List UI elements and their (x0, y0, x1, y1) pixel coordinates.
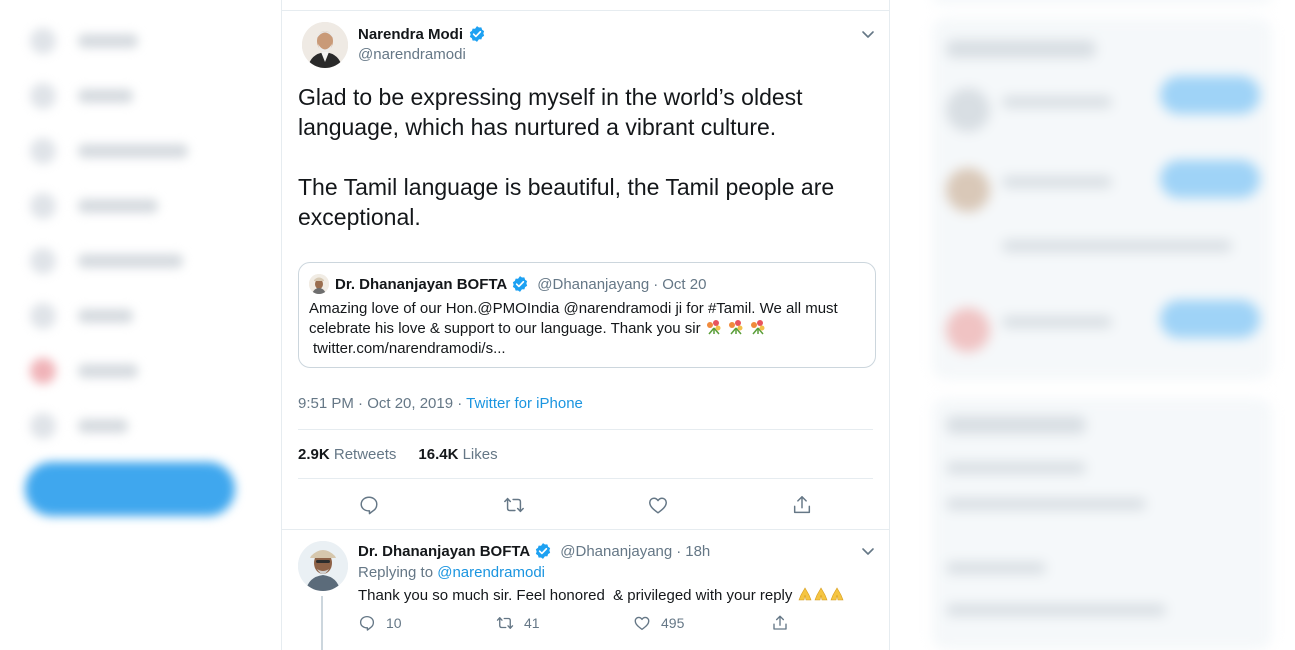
reply-count: 10 (386, 615, 402, 631)
verified-badge-icon (536, 543, 551, 559)
quoted-author-handle: @Dhananjayang (537, 275, 650, 293)
quoted-tweet-line: celebrate his love & support to our lang… (309, 320, 701, 337)
avatar[interactable] (302, 22, 348, 68)
bouquet-emoji-icon (751, 320, 765, 335)
likes-stat[interactable]: 16.4K Likes (418, 446, 497, 463)
reply-reply-action[interactable]: 10 (358, 614, 402, 632)
reply-actions: 10 41 495 (358, 614, 798, 634)
retweet-icon (496, 617, 514, 629)
replying-to: Replying to @narendramodi (358, 564, 545, 581)
chevron-down-icon[interactable] (860, 26, 876, 42)
share-icon (773, 615, 787, 630)
main-column: Narendra Modi @narendramodi Glad to be e… (281, 0, 890, 650)
avatar[interactable] (298, 541, 348, 591)
like-count: 495 (661, 615, 685, 631)
nav-item-blurred[interactable] (30, 138, 188, 164)
chevron-down-icon[interactable] (860, 543, 876, 559)
replying-to-link[interactable]: @narendramodi (437, 564, 545, 581)
likes-count: 16.4K (418, 446, 459, 463)
likes-label: Likes (462, 446, 498, 463)
reply-share-action[interactable] (771, 614, 789, 632)
reply-icon (359, 615, 375, 631)
tweet-text: Glad to be expressing myself in the worl… (298, 84, 835, 230)
retweets-count: 2.9K (298, 446, 330, 463)
right-sidebar-blurred (922, 0, 1295, 650)
tweet-stats: 2.9K Retweets 16.4K Likes (298, 446, 498, 463)
nav-item-blurred[interactable] (30, 28, 138, 54)
share-icon[interactable] (791, 494, 813, 516)
tweet-actions (282, 494, 889, 518)
trends-card-blurred (932, 398, 1272, 650)
bouquet-emoji-icon (728, 320, 743, 335)
replying-to-label: Replying to (358, 564, 438, 581)
retweets-label: Retweets (333, 446, 397, 463)
divider (282, 529, 889, 530)
quoted-tweet[interactable]: Dr. Dhananjayan BOFTA @Dhananjayang · Oc… (298, 262, 876, 368)
separator-dot: · (676, 542, 682, 560)
nav-item-blurred[interactable] (30, 193, 158, 219)
verified-badge-icon (469, 26, 485, 42)
retweet-count: 41 (524, 615, 540, 631)
nav-item-blurred[interactable] (30, 413, 128, 439)
like-icon[interactable] (647, 494, 669, 516)
separator-dot: · (653, 275, 659, 293)
reply-icon[interactable] (358, 494, 380, 516)
reply-text-row: Thank you so much sir. Feel honored & pr… (358, 586, 845, 604)
nav-item-blurred[interactable] (30, 248, 183, 274)
twitter-page: Narendra Modi @narendramodi Glad to be e… (0, 0, 1295, 650)
reply-header: Dr. Dhananjayan BOFTA @Dhananjayang · 18… (358, 542, 710, 560)
author-name-row[interactable]: Narendra Modi (358, 25, 486, 43)
thread-line (321, 596, 323, 650)
quoted-tweet-link[interactable]: twitter.com/narendramodi/s... (309, 339, 865, 359)
bouquet-emoji-icon (706, 320, 721, 335)
retweets-stat[interactable]: 2.9K Retweets (298, 446, 396, 463)
folded-hands-emoji-icon (798, 587, 811, 601)
author-name[interactable]: Narendra Modi (358, 26, 463, 43)
reply-like-action[interactable]: 495 (633, 614, 684, 632)
retweet-icon[interactable] (503, 494, 525, 516)
quoted-tweet-line-with-emoji: celebrate his love & support to our lang… (309, 319, 865, 339)
reply-author-handle[interactable]: @Dhananjayang (560, 543, 672, 560)
quoted-tweet-header: Dr. Dhananjayan BOFTA @Dhananjayang · Oc… (335, 275, 706, 293)
avatar-image (309, 274, 329, 294)
folded-hands-emoji-icon (814, 587, 827, 601)
quoted-tweet-time: Oct 20 (662, 275, 707, 293)
quoted-tweet-line: Amazing love of our Hon.@PMOIndia @naren… (309, 300, 838, 317)
divider (282, 10, 889, 11)
avatar-image (298, 541, 348, 591)
left-navigation-blurred (0, 0, 280, 650)
reply-text: Thank you so much sir. Feel honored & pr… (358, 587, 797, 604)
nav-item-blurred[interactable] (30, 83, 133, 109)
divider (298, 429, 873, 430)
who-to-follow-card-blurred (932, 18, 1272, 380)
verified-badge-icon (513, 276, 528, 292)
search-box-blurred[interactable] (932, 0, 1272, 4)
tweet-meta: 9:51 PM · Oct 20, 2019 · Twitter for iPh… (298, 395, 583, 412)
like-icon (634, 616, 650, 631)
author-handle[interactable]: @narendramodi (358, 46, 466, 63)
avatar-image (302, 22, 348, 68)
folded-hands-emoji-icon (830, 587, 843, 601)
tweet-button-blurred[interactable] (25, 462, 235, 516)
tweet-timestamp[interactable]: 9:51 PM · Oct 20, 2019 · (298, 395, 466, 412)
reply-retweet-action[interactable]: 41 (496, 614, 540, 632)
reply-author-name[interactable]: Dr. Dhananjayan BOFTA (358, 543, 530, 560)
quoted-author-name: Dr. Dhananjayan BOFTA (335, 275, 508, 293)
reply-time[interactable]: 18h (685, 543, 710, 560)
tweet-source-link[interactable]: Twitter for iPhone (466, 395, 583, 412)
divider (298, 478, 873, 479)
avatar (309, 274, 329, 294)
quoted-tweet-text: Amazing love of our Hon.@PMOIndia @naren… (309, 299, 865, 359)
nav-item-blurred[interactable] (30, 303, 133, 329)
nav-item-blurred[interactable] (30, 358, 138, 384)
